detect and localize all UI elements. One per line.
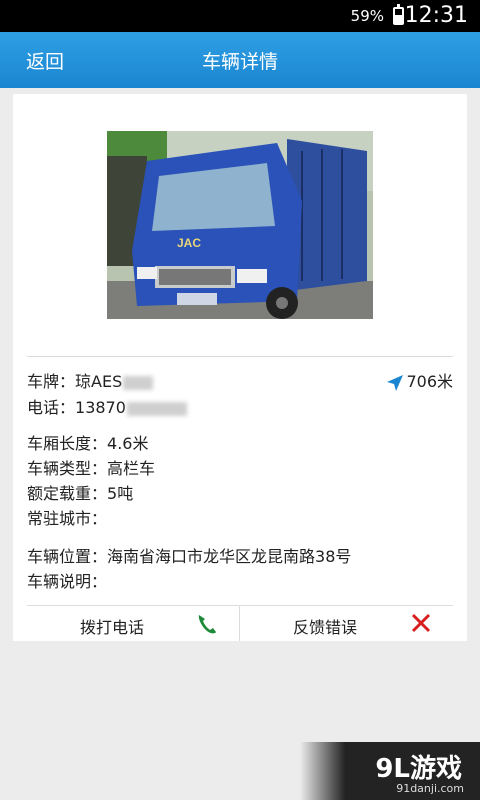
battery-icon xyxy=(393,4,404,25)
phone-blur xyxy=(126,401,187,416)
type-value: 高栏车 xyxy=(107,459,156,478)
phone-row: 电话：13870 xyxy=(27,396,187,420)
box-length-label: 车厢长度： xyxy=(27,434,108,453)
box-length-value: 4.6米 xyxy=(107,434,149,453)
phone-label: 电话： xyxy=(27,398,76,417)
location-value: 海南省海口市龙华区龙昆南路38号 xyxy=(107,547,352,566)
battery-percent: 59% xyxy=(350,7,384,25)
call-button[interactable]: 拨打电话 xyxy=(27,606,239,641)
distance: 706米 xyxy=(386,370,453,394)
load-value: 5吨 xyxy=(107,484,134,503)
call-button-label: 拨打电话 xyxy=(79,618,144,637)
action-bar: 返回 车辆详情 xyxy=(0,32,480,88)
load-label: 额定载重： xyxy=(27,484,108,503)
action-buttons: 拨打电话 反馈错误 xyxy=(27,606,453,641)
phone-icon xyxy=(198,615,216,634)
load-row: 额定载重：5吨 xyxy=(27,482,133,506)
plate-blur xyxy=(123,375,154,390)
distance-value: 706米 xyxy=(406,372,453,391)
vehicle-photo[interactable]: JAC xyxy=(107,131,373,319)
page-title: 车辆详情 xyxy=(201,51,278,73)
navigation-arrow-icon xyxy=(387,374,404,391)
close-icon xyxy=(411,613,431,633)
watermark-site: 91danji.com xyxy=(396,782,464,795)
city-label: 常驻城市： xyxy=(27,509,108,528)
type-row: 车辆类型：高栏车 xyxy=(27,457,155,481)
location-label: 车辆位置： xyxy=(27,547,108,566)
type-label: 车辆类型： xyxy=(27,459,108,478)
divider xyxy=(27,356,453,357)
status-bar: 59% 12:31 xyxy=(0,0,480,32)
location-row: 车辆位置：海南省海口市龙华区龙昆南路38号 xyxy=(27,545,351,569)
clock: 12:31 xyxy=(404,3,468,28)
box-length-row: 车厢长度：4.6米 xyxy=(27,432,148,456)
watermark-logo: 9L游戏 xyxy=(375,754,462,784)
plate-row: 车牌：琼AES xyxy=(27,370,154,394)
report-error-button[interactable]: 反馈错误 xyxy=(240,606,452,641)
report-error-label: 反馈错误 xyxy=(292,618,357,637)
watermark: 9L游戏 91danji.com xyxy=(300,742,480,800)
description-label: 车辆说明： xyxy=(27,572,108,591)
description-row: 车辆说明： xyxy=(27,570,107,594)
truck-brand-text: JAC xyxy=(177,236,201,250)
plate-value: 琼AES xyxy=(75,372,123,391)
city-row: 常驻城市： xyxy=(27,507,107,531)
plate-label: 车牌： xyxy=(27,372,76,391)
vehicle-detail-card: JAC 车牌：琼AES 706米 电话：13870 车厢长度：4.6米 车辆类型… xyxy=(13,94,467,641)
phone-value: 13870 xyxy=(75,398,126,417)
